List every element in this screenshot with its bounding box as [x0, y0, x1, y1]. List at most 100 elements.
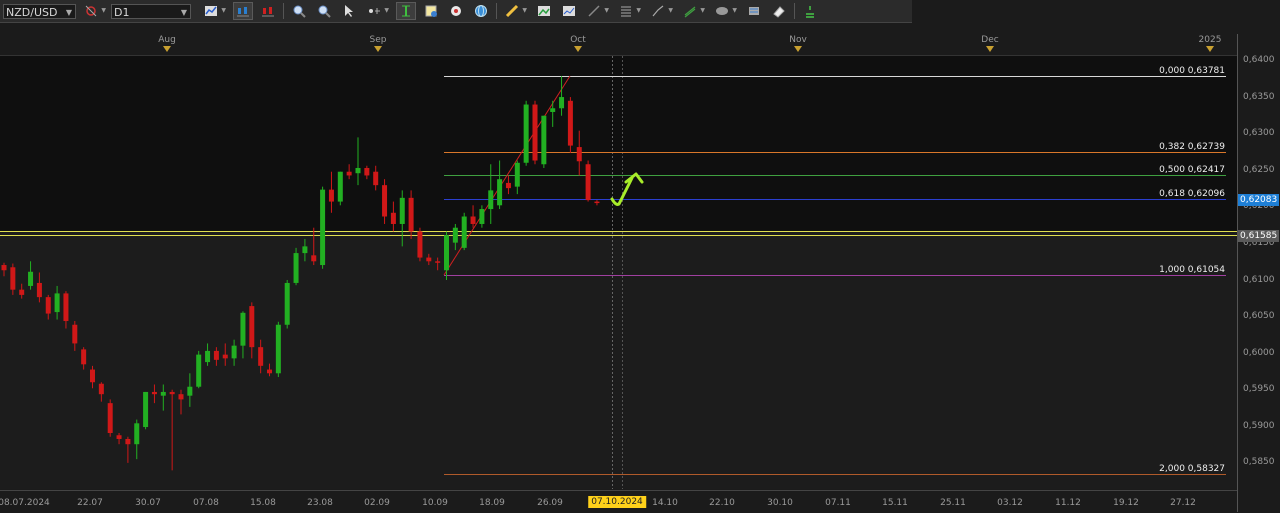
candle-body[interactable]	[417, 231, 423, 258]
candle-body[interactable]	[275, 324, 281, 374]
candle-body[interactable]	[45, 297, 51, 314]
image-button[interactable]	[534, 2, 554, 20]
candle-body[interactable]	[523, 104, 529, 163]
candle-body[interactable]	[532, 104, 538, 161]
alert-button[interactable]	[744, 2, 764, 20]
candle-body[interactable]	[134, 423, 140, 445]
candle-body[interactable]	[293, 253, 299, 283]
timeframe-select[interactable]: D1 ▼	[111, 3, 191, 19]
candle-body[interactable]	[213, 350, 219, 360]
candle-body[interactable]	[408, 197, 414, 232]
magic-button[interactable]: ▼	[584, 2, 609, 20]
candle-body[interactable]	[19, 289, 25, 295]
arrange-icon	[806, 6, 814, 18]
objects-button[interactable]	[446, 2, 466, 20]
candle-body[interactable]	[116, 435, 122, 439]
vertical-line-button[interactable]	[396, 2, 416, 20]
candle-body[interactable]	[240, 312, 246, 346]
candle-body[interactable]	[461, 216, 467, 248]
candle-body[interactable]	[187, 386, 193, 396]
candle-body[interactable]	[426, 257, 432, 262]
date-axis[interactable]: 08.07.2024 22.07 30.07 07.08 15.08 23.08…	[0, 490, 1237, 513]
candle-body[interactable]	[10, 267, 16, 290]
candle-body[interactable]	[470, 216, 476, 224]
candle-body[interactable]	[267, 369, 272, 374]
candle-body[interactable]	[594, 201, 600, 204]
candle-body[interactable]	[151, 391, 157, 395]
candle-body[interactable]	[390, 212, 396, 224]
candle-body[interactable]	[452, 227, 458, 243]
candle-body[interactable]	[567, 100, 573, 146]
candle-body[interactable]	[143, 391, 149, 428]
candle-body[interactable]	[355, 167, 361, 174]
candle-body[interactable]	[550, 108, 556, 112]
candle-body[interactable]	[205, 350, 211, 363]
trend-button[interactable]: ▼	[648, 2, 673, 20]
price-axis[interactable]: 0,6400 0,6350 0,6300 0,6250 0,6200 0,615…	[1237, 34, 1280, 512]
candle-body[interactable]	[258, 347, 264, 366]
candle-body[interactable]	[231, 345, 237, 359]
price-chart[interactable]: 0,000 0,63781 0,382 0,62739 0,500 0,6241…	[0, 56, 1237, 489]
candle-body[interactable]	[81, 349, 87, 365]
candle-body[interactable]	[178, 394, 184, 400]
candle-body[interactable]	[320, 189, 326, 266]
candle-body[interactable]	[196, 354, 202, 387]
arrange-button[interactable]	[800, 2, 820, 20]
note-button[interactable]	[421, 2, 441, 20]
candle-body[interactable]	[435, 261, 441, 263]
candle-body[interactable]	[98, 383, 104, 395]
candle-body[interactable]	[559, 97, 565, 109]
candle-body[interactable]	[284, 282, 290, 325]
chart-settings-button[interactable]: ▼	[81, 2, 106, 20]
candle-body[interactable]	[63, 293, 69, 322]
bars-button[interactable]	[258, 2, 278, 20]
channel-button[interactable]: ▼	[680, 2, 705, 20]
candle-body[interactable]	[382, 185, 388, 217]
candle-body[interactable]	[364, 167, 370, 176]
candle-body[interactable]	[72, 324, 78, 344]
globe-button[interactable]	[471, 2, 491, 20]
pencil-button[interactable]: ▼	[502, 2, 527, 20]
candle-body[interactable]	[479, 209, 485, 224]
line-chart-button[interactable]: ▼	[201, 2, 226, 20]
candle-body[interactable]	[107, 403, 113, 434]
candle-body[interactable]	[514, 162, 520, 187]
zoom-out-button[interactable]	[314, 2, 334, 20]
candle-body[interactable]	[399, 197, 405, 224]
candle-body[interactable]	[311, 255, 317, 262]
candle-body[interactable]	[373, 171, 379, 186]
list-button[interactable]: ▼	[616, 2, 641, 20]
candle-body[interactable]	[346, 171, 352, 176]
candle-body[interactable]	[222, 354, 228, 359]
zoom-in-button[interactable]	[289, 2, 309, 20]
price-tick: 0,5850	[1243, 457, 1275, 467]
candle-body[interactable]	[36, 282, 42, 298]
candle-body[interactable]	[28, 271, 34, 286]
candle-body[interactable]	[576, 147, 582, 162]
candle-body[interactable]	[90, 369, 95, 383]
candle-body[interactable]	[249, 306, 255, 348]
candle-body[interactable]	[1, 265, 7, 271]
template-button[interactable]	[559, 2, 579, 20]
candle-body[interactable]	[444, 235, 449, 271]
candle-body[interactable]	[54, 293, 60, 313]
candle-body[interactable]	[125, 438, 131, 445]
cursor-button[interactable]	[339, 2, 359, 20]
shape-button[interactable]: ▼	[712, 2, 737, 20]
candle-body[interactable]	[328, 189, 334, 202]
candle-body[interactable]	[585, 164, 591, 201]
candle-body[interactable]	[302, 246, 308, 254]
candle-body[interactable]	[169, 391, 175, 395]
candle-body[interactable]	[160, 391, 166, 396]
candle-body[interactable]	[497, 179, 503, 206]
crosshair-button[interactable]: ▼	[364, 2, 389, 20]
candle-body[interactable]	[505, 182, 511, 189]
candles-button[interactable]	[233, 2, 253, 20]
eraser-button[interactable]	[769, 2, 789, 20]
month-marker	[986, 46, 994, 52]
chart-settings-icon	[85, 5, 97, 17]
candle-body[interactable]	[541, 115, 547, 165]
candle-body[interactable]	[337, 171, 343, 202]
candle-body[interactable]	[488, 190, 494, 210]
symbol-select[interactable]: NZD/USD ▼	[3, 3, 76, 19]
